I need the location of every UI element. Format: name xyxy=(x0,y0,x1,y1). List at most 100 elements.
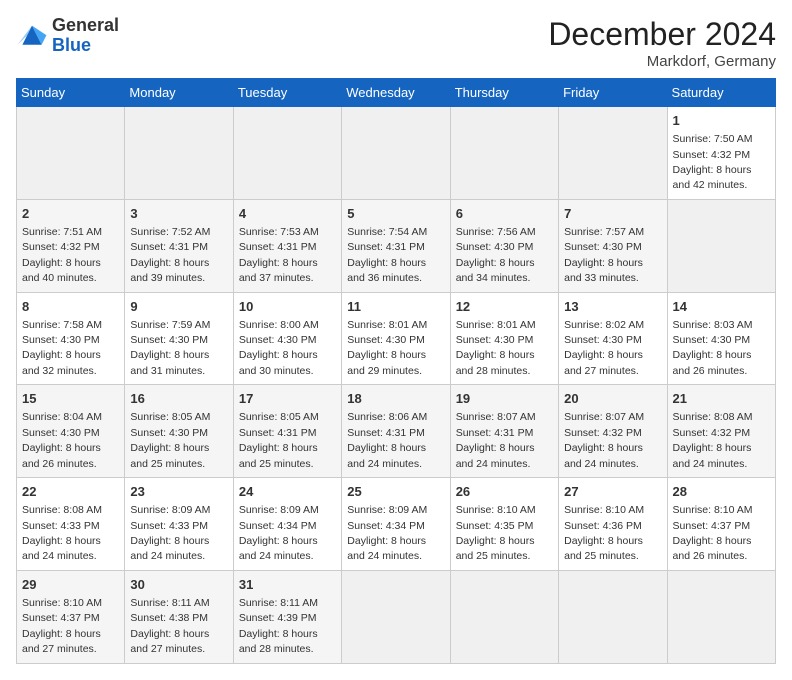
calendar-cell xyxy=(342,570,450,663)
header-thursday: Thursday xyxy=(450,79,558,107)
calendar-cell: 21 Sunrise: 8:08 AMSunset: 4:32 PMDayligh… xyxy=(667,385,775,478)
day-number: 9 xyxy=(130,298,227,316)
calendar-cell: 15 Sunrise: 8:04 AMSunset: 4:30 PMDayligh… xyxy=(17,385,125,478)
day-number: 27 xyxy=(564,483,661,501)
day-info: Sunrise: 8:02 AMSunset: 4:30 PMDaylight:… xyxy=(564,319,644,377)
calendar-cell: 26Sunrise: 8:10 AMSunset: 4:35 PMDayligh… xyxy=(450,478,558,571)
day-number: 4 xyxy=(239,205,336,223)
calendar-cell: 3 Sunrise: 7:52 AMSunset: 4:31 PMDaylight… xyxy=(125,199,233,292)
calendar-cell xyxy=(667,570,775,663)
calendar-header-row: SundayMondayTuesdayWednesdayThursdayFrid… xyxy=(17,79,776,107)
day-number: 29 xyxy=(22,576,119,594)
calendar-cell: 24 Sunrise: 8:09 AMSunset: 4:34 PMDayligh… xyxy=(233,478,341,571)
day-number: 6 xyxy=(456,205,553,223)
header-sunday: Sunday xyxy=(17,79,125,107)
page-header: General Blue December 2024 Markdorf, Ger… xyxy=(16,16,776,70)
day-number: 11 xyxy=(347,298,444,316)
day-info: Sunrise: 7:53 AMSunset: 4:31 PMDaylight:… xyxy=(239,226,319,284)
day-info: Sunrise: 8:04 AMSunset: 4:30 PMDaylight:… xyxy=(22,411,102,469)
calendar-cell: 17Sunrise: 8:05 AMSunset: 4:31 PMDayligh… xyxy=(233,385,341,478)
calendar-week-1: 2 Sunrise: 7:51 AMSunset: 4:32 PMDaylight… xyxy=(17,199,776,292)
day-info: Sunrise: 7:51 AMSunset: 4:32 PMDaylight:… xyxy=(22,226,102,284)
day-info: Sunrise: 7:56 AMSunset: 4:30 PMDaylight:… xyxy=(456,226,536,284)
logo-blue: Blue xyxy=(52,35,91,55)
calendar-cell: 16 Sunrise: 8:05 AMSunset: 4:30 PMDayligh… xyxy=(125,385,233,478)
day-info: Sunrise: 8:05 AMSunset: 4:31 PMDaylight:… xyxy=(239,411,319,469)
calendar-cell xyxy=(450,570,558,663)
calendar-cell: 12Sunrise: 8:01 AMSunset: 4:30 PMDayligh… xyxy=(450,292,558,385)
day-number: 8 xyxy=(22,298,119,316)
calendar-cell: 25 Sunrise: 8:09 AMSunset: 4:34 PMDayligh… xyxy=(342,478,450,571)
day-info: Sunrise: 8:09 AMSunset: 4:34 PMDaylight:… xyxy=(239,504,319,562)
day-info: Sunrise: 7:50 AMSunset: 4:32 PMDaylight:… xyxy=(673,133,753,191)
calendar-cell: 8 Sunrise: 7:58 AMSunset: 4:30 PMDaylight… xyxy=(17,292,125,385)
header-wednesday: Wednesday xyxy=(342,79,450,107)
day-number: 16 xyxy=(130,390,227,408)
calendar-week-2: 8 Sunrise: 7:58 AMSunset: 4:30 PMDaylight… xyxy=(17,292,776,385)
logo: General Blue xyxy=(16,16,119,56)
calendar-cell: 4 Sunrise: 7:53 AMSunset: 4:31 PMDaylight… xyxy=(233,199,341,292)
title-block: December 2024 Markdorf, Germany xyxy=(548,16,776,70)
calendar-cell: 7Sunrise: 7:57 AMSunset: 4:30 PMDaylight… xyxy=(559,199,667,292)
day-number: 15 xyxy=(22,390,119,408)
day-info: Sunrise: 8:05 AMSunset: 4:30 PMDaylight:… xyxy=(130,411,210,469)
day-number: 5 xyxy=(347,205,444,223)
day-number: 31 xyxy=(239,576,336,594)
calendar-cell xyxy=(559,107,667,200)
calendar-cell xyxy=(125,107,233,200)
day-info: Sunrise: 8:08 AMSunset: 4:32 PMDaylight:… xyxy=(673,411,753,469)
day-info: Sunrise: 7:59 AMSunset: 4:30 PMDaylight:… xyxy=(130,319,210,377)
day-number: 25 xyxy=(347,483,444,501)
calendar-cell: 11Sunrise: 8:01 AMSunset: 4:30 PMDayligh… xyxy=(342,292,450,385)
day-info: Sunrise: 7:58 AMSunset: 4:30 PMDaylight:… xyxy=(22,319,102,377)
day-info: Sunrise: 8:07 AMSunset: 4:31 PMDaylight:… xyxy=(456,411,536,469)
day-number: 20 xyxy=(564,390,661,408)
day-number: 19 xyxy=(456,390,553,408)
day-info: Sunrise: 8:11 AMSunset: 4:39 PMDaylight:… xyxy=(239,597,318,655)
day-info: Sunrise: 8:10 AMSunset: 4:37 PMDaylight:… xyxy=(673,504,753,562)
day-info: Sunrise: 8:01 AMSunset: 4:30 PMDaylight:… xyxy=(456,319,536,377)
day-info: Sunrise: 8:00 AMSunset: 4:30 PMDaylight:… xyxy=(239,319,319,377)
calendar-cell: 18Sunrise: 8:06 AMSunset: 4:31 PMDayligh… xyxy=(342,385,450,478)
calendar-cell: 27 Sunrise: 8:10 AMSunset: 4:36 PMDayligh… xyxy=(559,478,667,571)
calendar-cell: 29 Sunrise: 8:10 AMSunset: 4:37 PMDayligh… xyxy=(17,570,125,663)
day-info: Sunrise: 8:11 AMSunset: 4:38 PMDaylight:… xyxy=(130,597,209,655)
calendar-cell: 14 Sunrise: 8:03 AMSunset: 4:30 PMDayligh… xyxy=(667,292,775,385)
header-friday: Friday xyxy=(559,79,667,107)
calendar-cell: 5 Sunrise: 7:54 AMSunset: 4:31 PMDaylight… xyxy=(342,199,450,292)
day-number: 23 xyxy=(130,483,227,501)
day-number: 22 xyxy=(22,483,119,501)
day-number: 1 xyxy=(673,112,770,130)
calendar-cell: 28Sunrise: 8:10 AMSunset: 4:37 PMDayligh… xyxy=(667,478,775,571)
logo-general: General xyxy=(52,15,119,35)
day-info: Sunrise: 8:09 AMSunset: 4:33 PMDaylight:… xyxy=(130,504,210,562)
day-info: Sunrise: 7:54 AMSunset: 4:31 PMDaylight:… xyxy=(347,226,427,284)
calendar-cell: 23 Sunrise: 8:09 AMSunset: 4:33 PMDayligh… xyxy=(125,478,233,571)
day-number: 24 xyxy=(239,483,336,501)
day-info: Sunrise: 7:52 AMSunset: 4:31 PMDaylight:… xyxy=(130,226,210,284)
calendar-cell: 31 Sunrise: 8:11 AMSunset: 4:39 PMDayligh… xyxy=(233,570,341,663)
calendar-week-4: 22Sunrise: 8:08 AMSunset: 4:33 PMDayligh… xyxy=(17,478,776,571)
day-number: 2 xyxy=(22,205,119,223)
day-number: 14 xyxy=(673,298,770,316)
calendar-cell xyxy=(450,107,558,200)
month-title: December 2024 xyxy=(548,16,776,53)
day-info: Sunrise: 8:10 AMSunset: 4:36 PMDaylight:… xyxy=(564,504,644,562)
day-number: 13 xyxy=(564,298,661,316)
day-info: Sunrise: 8:03 AMSunset: 4:30 PMDaylight:… xyxy=(673,319,753,377)
calendar-cell: 19 Sunrise: 8:07 AMSunset: 4:31 PMDayligh… xyxy=(450,385,558,478)
day-number: 18 xyxy=(347,390,444,408)
calendar-week-3: 15 Sunrise: 8:04 AMSunset: 4:30 PMDayligh… xyxy=(17,385,776,478)
day-number: 10 xyxy=(239,298,336,316)
day-number: 21 xyxy=(673,390,770,408)
calendar-cell: 13 Sunrise: 8:02 AMSunset: 4:30 PMDayligh… xyxy=(559,292,667,385)
day-number: 7 xyxy=(564,205,661,223)
calendar-cell xyxy=(667,199,775,292)
header-saturday: Saturday xyxy=(667,79,775,107)
header-monday: Monday xyxy=(125,79,233,107)
day-info: Sunrise: 8:10 AMSunset: 4:37 PMDaylight:… xyxy=(22,597,102,655)
day-info: Sunrise: 8:09 AMSunset: 4:34 PMDaylight:… xyxy=(347,504,427,562)
day-number: 30 xyxy=(130,576,227,594)
calendar-cell xyxy=(559,570,667,663)
day-number: 3 xyxy=(130,205,227,223)
